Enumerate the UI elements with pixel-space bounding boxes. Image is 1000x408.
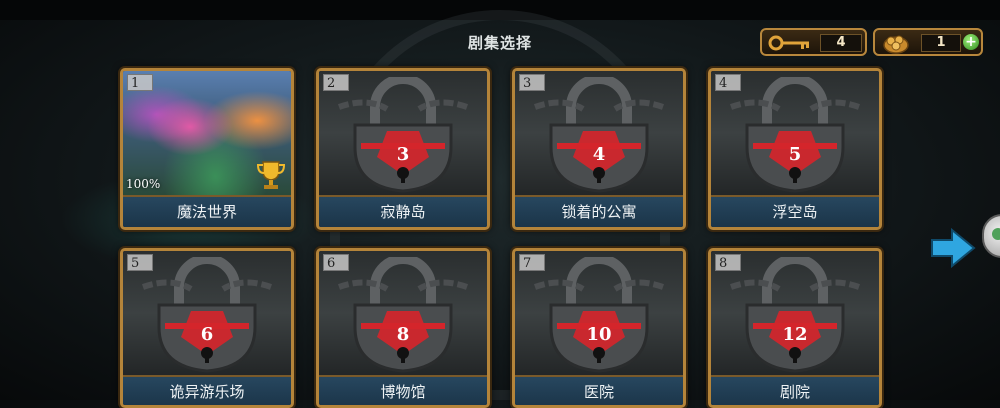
episode-title: 寂静岛 — [319, 195, 487, 227]
padlock-icon: 12 — [729, 257, 861, 373]
episode-number: 1 — [127, 74, 153, 91]
unlock-cost: 5 — [789, 144, 802, 165]
unlock-cost: 10 — [586, 324, 611, 345]
episode-number: 4 — [715, 74, 741, 91]
unlock-cost: 8 — [397, 324, 410, 345]
padlock-icon: 6 — [141, 257, 273, 373]
key-icon — [768, 35, 809, 51]
episode-title: 锁着的公寓 — [515, 195, 683, 227]
unlock-cost: 4 — [593, 144, 606, 165]
padlock-icon: 8 — [337, 257, 469, 373]
episode-title: 诡异游乐场 — [123, 375, 291, 405]
episode-card[interactable]: 6 5 诡异游乐场 — [120, 248, 294, 408]
episode-title: 魔法世界 — [123, 195, 291, 227]
page-title: 剧集选择 — [467, 34, 532, 52]
progress-percent: 100% — [126, 177, 161, 191]
episode-number: 2 — [323, 74, 349, 91]
episode-card[interactable]: 3 2 寂静岛 — [316, 68, 490, 230]
episode-title: 博物馆 — [319, 375, 487, 405]
episode-card[interactable]: 5 4 浮空岛 — [708, 68, 882, 230]
arrow-right-icon[interactable] — [930, 228, 976, 268]
padlock-icon: 4 — [533, 77, 665, 193]
key-count: 4 — [820, 34, 862, 52]
add-coins-button[interactable]: + — [963, 34, 979, 50]
episode-number: 5 — [127, 254, 153, 271]
side-menu-dot — [992, 228, 1000, 240]
trophy-icon — [257, 161, 285, 189]
key-counter: 4 — [760, 28, 867, 56]
padlock-icon: 10 — [533, 257, 665, 373]
episode-card[interactable]: 8 6 博物馆 — [316, 248, 490, 408]
side-menu-button[interactable] — [982, 214, 1000, 258]
padlock-icon: 3 — [337, 77, 469, 193]
episode-card[interactable]: 10 7 医院 — [512, 248, 686, 408]
unlock-cost: 12 — [782, 324, 807, 345]
episode-card[interactable]: 4 3 锁着的公寓 — [512, 68, 686, 230]
episode-title: 医院 — [515, 375, 683, 405]
unlock-cost: 6 — [201, 324, 214, 345]
episode-title: 浮空岛 — [711, 195, 879, 227]
unlock-cost: 3 — [397, 144, 410, 165]
episode-number: 8 — [715, 254, 741, 271]
episode-number: 7 — [519, 254, 545, 271]
episode-title: 剧院 — [711, 375, 879, 405]
padlock-icon: 5 — [729, 77, 861, 193]
episode-card[interactable]: 100% 1 魔法世界 — [120, 68, 294, 230]
coin-count: 1 — [921, 34, 961, 52]
episode-number: 6 — [323, 254, 349, 271]
coin-counter: 1 + — [873, 28, 983, 56]
coin-bag-icon — [883, 35, 909, 54]
episode-number: 3 — [519, 74, 545, 91]
episode-card[interactable]: 12 8 剧院 — [708, 248, 882, 408]
